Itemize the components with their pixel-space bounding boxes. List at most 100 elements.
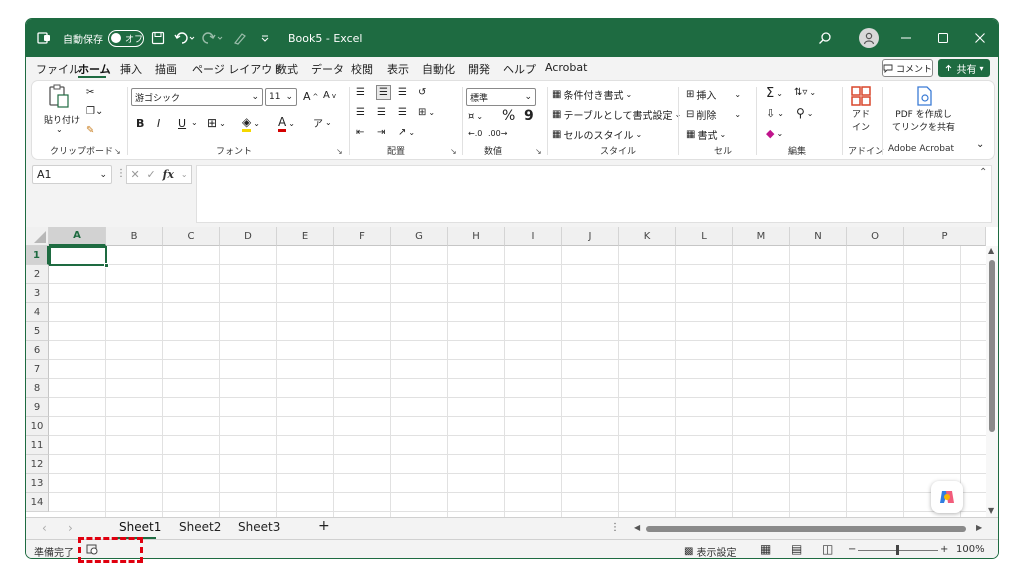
tab-help[interactable]: ヘルプ [503, 61, 536, 77]
row-header-2[interactable]: 2 [26, 265, 49, 284]
column-header-e[interactable]: E [277, 227, 334, 246]
align-left-icon[interactable]: ☰ [356, 107, 365, 118]
account-avatar[interactable] [859, 19, 879, 57]
cell-styles-button[interactable]: ▦ セルのスタイル ⌄ [552, 127, 642, 142]
comment-button[interactable]: コメント [882, 59, 933, 77]
row-header-4[interactable]: 4 [26, 303, 49, 322]
horizontal-scroll-thumb[interactable] [646, 526, 966, 532]
align-right-icon[interactable]: ☰ [398, 107, 407, 118]
clear-icon[interactable]: ◆ ⌄ [766, 127, 783, 140]
column-header-d[interactable]: D [220, 227, 277, 246]
decrease-font-icon[interactable]: Av [323, 90, 336, 101]
page-layout-view-icon[interactable]: ▤ [791, 542, 802, 556]
row-header-7[interactable]: 7 [26, 360, 49, 379]
insert-function-button[interactable]: fx [163, 168, 174, 181]
format-as-table-button[interactable]: ▦ テーブルとして書式設定 ⌄ [552, 107, 681, 122]
tab-automate[interactable]: 自動化 [422, 61, 455, 77]
decrease-decimal-icon[interactable]: .00→ [488, 129, 507, 138]
scroll-right-icon[interactable]: ▶ [976, 523, 982, 532]
addins-button[interactable]: アド イン [850, 85, 872, 133]
align-bottom-icon[interactable]: ☰ [398, 87, 407, 98]
column-header-l[interactable]: L [676, 227, 733, 246]
column-header-i[interactable]: I [505, 227, 562, 246]
row-header-1[interactable]: 1 [26, 246, 49, 265]
autosave-toggle[interactable]: オフ [108, 19, 144, 57]
zoom-level[interactable]: 100% [956, 544, 985, 555]
column-header-g[interactable]: G [391, 227, 448, 246]
scroll-left-icon[interactable]: ◀ [634, 523, 640, 532]
tab-split-icon[interactable]: ⋮ [610, 522, 620, 533]
minimize-icon[interactable] [900, 19, 912, 57]
row-header-12[interactable]: 12 [26, 455, 49, 474]
row-header-11[interactable]: 11 [26, 436, 49, 455]
row-header-5[interactable]: 5 [26, 322, 49, 341]
paste-button[interactable] [46, 83, 72, 111]
insert-cells-button[interactable]: ⊞ 挿入 ⌄ [686, 87, 741, 102]
row-header-3[interactable]: 3 [26, 284, 49, 303]
undo-icon[interactable] [174, 19, 196, 57]
row-header-9[interactable]: 9 [26, 398, 49, 417]
underline-dropdown-icon[interactable]: ⌄ [191, 118, 198, 127]
add-sheet-button[interactable]: + [318, 518, 330, 534]
format-painter-icon[interactable] [232, 19, 248, 57]
column-header-n[interactable]: N [790, 227, 847, 246]
font-launcher-icon[interactable]: ↘ [336, 147, 343, 156]
enter-icon[interactable]: ✓ [147, 168, 156, 181]
font-size-select[interactable]: 11 ⌄ [265, 88, 297, 106]
comma-button[interactable]: 9 [524, 108, 534, 124]
select-all-button[interactable] [26, 227, 49, 246]
autosum-icon[interactable]: Σ ⌄ [766, 86, 783, 101]
active-cell[interactable] [49, 246, 107, 266]
increase-decimal-icon[interactable]: ←.0 [468, 129, 482, 138]
number-format-select[interactable]: 標準 ⌄ [466, 88, 536, 106]
column-header-f[interactable]: F [334, 227, 391, 246]
sheet-tab-sheet2[interactable]: Sheet2 [179, 520, 221, 534]
copy-icon[interactable]: ❐⌄ [86, 106, 103, 117]
sheet-tab-sheet3[interactable]: Sheet3 [238, 520, 280, 534]
align-center-icon[interactable]: ☰ [377, 107, 386, 118]
fill-icon[interactable]: ⇩ ⌄ [766, 107, 784, 120]
merge-center-icon[interactable]: ⊞ ⌄ [418, 107, 435, 118]
cancel-icon[interactable]: ✕ [130, 168, 139, 181]
share-button[interactable]: 共有 ▾ [938, 59, 990, 77]
bold-button[interactable]: B [136, 117, 144, 130]
increase-font-icon[interactable]: A ^ [303, 90, 318, 103]
close-icon[interactable] [974, 19, 986, 57]
column-header-m[interactable]: M [733, 227, 790, 246]
format-cells-button[interactable]: ▦ 書式 ⌄ [686, 127, 726, 142]
vertical-scroll-thumb[interactable] [989, 260, 995, 432]
zoom-out-button[interactable]: − [848, 544, 856, 555]
next-sheet-icon[interactable]: › [68, 521, 73, 535]
display-settings-button[interactable]: ▩ 表示設定 [684, 544, 736, 558]
align-top-icon[interactable]: ☰ [356, 87, 365, 98]
sort-filter-icon[interactable]: ⇅▿ ⌄ [794, 87, 816, 98]
column-header-p[interactable]: P [904, 227, 986, 246]
find-select-icon[interactable]: ⚲ ⌄ [796, 106, 814, 120]
normal-view-icon[interactable]: ▦ [760, 542, 771, 556]
page-break-view-icon[interactable]: ◫ [822, 542, 833, 556]
currency-icon[interactable]: ¤ ⌄ [468, 111, 483, 122]
wrap-text-icon[interactable]: ↺ [418, 87, 426, 98]
font-name-select[interactable]: 游ゴシック ⌄ [131, 88, 263, 106]
name-box[interactable]: A1 ⌄ [32, 165, 112, 184]
horizontal-scrollbar[interactable]: ◀ ▶ [634, 522, 988, 536]
decrease-indent-icon[interactable]: ⇤ [356, 127, 364, 138]
italic-button[interactable]: I [157, 117, 160, 130]
collapse-ribbon-icon[interactable]: ⌄ [976, 139, 984, 150]
cell-area[interactable] [49, 246, 986, 517]
border-icon[interactable]: ⊞ ⌄ [207, 116, 226, 130]
percent-button[interactable]: % [502, 108, 515, 124]
scroll-up-icon[interactable]: ▲ [988, 246, 994, 255]
scroll-down-icon[interactable]: ▼ [988, 506, 994, 515]
tab-developer[interactable]: 開発 [468, 61, 490, 77]
align-middle-icon[interactable]: ☰ [376, 85, 391, 100]
clipboard-launcher-icon[interactable]: ↘ [114, 147, 121, 156]
row-header-6[interactable]: 6 [26, 341, 49, 360]
more-icon[interactable]: ⋮ [116, 168, 126, 179]
delete-cells-button[interactable]: ⊟ 削除 ⌄ [686, 107, 741, 122]
tab-draw[interactable]: 描画 [155, 61, 177, 77]
row-header-13[interactable]: 13 [26, 474, 49, 493]
tab-file[interactable]: ファイル [36, 61, 80, 77]
row-header-10[interactable]: 10 [26, 417, 49, 436]
increase-indent-icon[interactable]: ⇥ [377, 127, 385, 138]
